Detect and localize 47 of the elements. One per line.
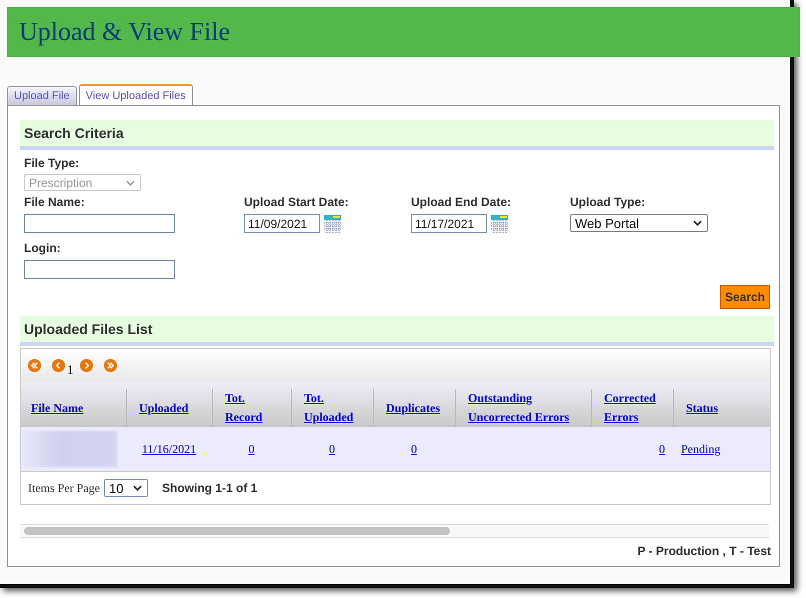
table-cell-link[interactable]: Pending <box>681 442 720 456</box>
column-header[interactable]: Outstanding Uncorrected Errors <box>468 389 570 427</box>
start-date-field[interactable]: 11/09/2021 <box>244 214 320 233</box>
field-label: Login: <box>24 241 62 257</box>
login-field[interactable] <box>24 260 175 279</box>
legend-text: P - Production , T - Test <box>636 544 771 558</box>
column-header[interactable]: Duplicates <box>386 398 440 418</box>
scrollbar-thumb[interactable] <box>24 527 450 535</box>
column-header[interactable]: File Name <box>31 398 84 418</box>
items-per-page-select[interactable]: 10 <box>104 479 148 497</box>
table-cell-link[interactable]: 11/16/2021 <box>142 442 196 456</box>
page-title: Upload & View File <box>19 17 230 47</box>
table-cell-link[interactable]: 0 <box>329 442 335 456</box>
table-cell-link[interactable]: 0 <box>659 442 665 456</box>
previous-page-icon[interactable] <box>51 358 66 373</box>
column-header[interactable]: Uploaded <box>139 398 188 418</box>
upload-type-select[interactable]: Web Portal <box>570 214 708 232</box>
file-name-field[interactable] <box>24 214 175 233</box>
first-page-icon[interactable] <box>27 358 42 373</box>
page-number: 1 <box>67 362 74 378</box>
items-per-page-label: Items Per Page <box>28 480 100 496</box>
section-title: Search Criteria <box>24 125 124 141</box>
column-header[interactable]: Tot. Uploaded <box>304 389 354 427</box>
field-label: Upload End Date: <box>411 195 512 211</box>
field-label: Upload Type: <box>570 195 646 211</box>
chevron-down-icon <box>126 180 135 186</box>
table-cell-link[interactable]: 0 <box>248 442 254 456</box>
calendar-icon[interactable] <box>324 214 341 232</box>
field-label: File Name: <box>24 195 86 211</box>
last-page-icon[interactable] <box>102 358 118 373</box>
field-label: Upload Start Date: <box>244 195 350 211</box>
showing-count: Showing 1-1 of 1 <box>162 481 258 495</box>
column-header[interactable]: Corrected Errors <box>604 389 656 427</box>
tab[interactable]: View Uploaded Files <box>78 84 193 105</box>
end-date-field[interactable]: 11/17/2021 <box>411 214 487 233</box>
next-page-icon[interactable] <box>78 358 94 373</box>
horizontal-scrollbar[interactable] <box>20 524 769 538</box>
search-button[interactable]: Search <box>720 285 770 309</box>
column-header[interactable]: Status <box>686 398 718 418</box>
field-label: File Type: <box>24 156 80 172</box>
chevron-down-icon <box>132 485 142 491</box>
tab[interactable]: Upload File <box>7 86 77 105</box>
calendar-icon[interactable] <box>491 214 508 232</box>
section-title: Uploaded Files List <box>24 321 152 337</box>
table-cell-link[interactable]: 0 <box>411 442 417 456</box>
chevron-down-icon <box>693 220 702 226</box>
column-header[interactable]: Tot. Record <box>225 389 262 427</box>
